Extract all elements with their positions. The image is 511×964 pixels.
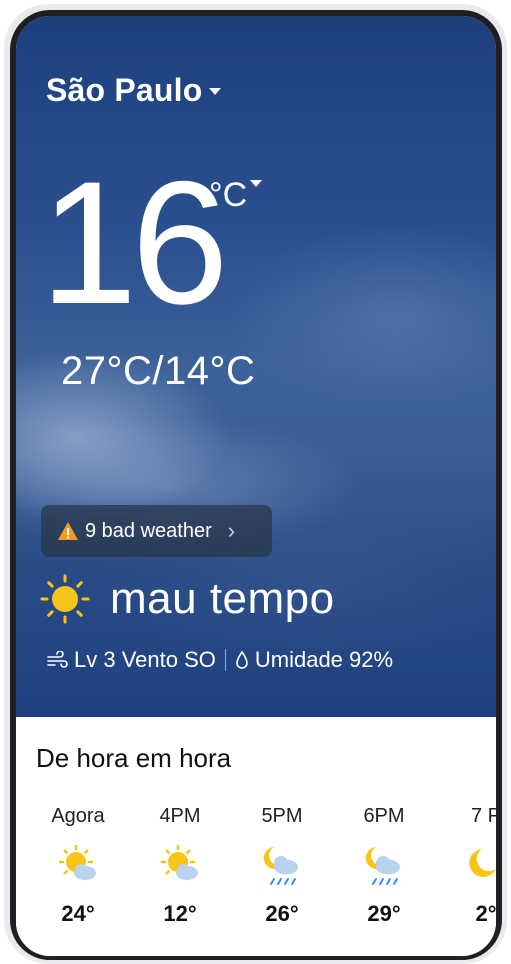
wind-text: Lv 3 Vento SO [74,647,216,672]
hourly-title: De hora em hora [36,743,232,773]
weather-screen: São Paulo 16 °C 27°C/14°C 9 bad weather … [16,16,496,956]
hour-time: 4PM [159,805,201,827]
wind-humidity-row: Lv 3 Vento SO Umidade 92% [46,647,393,673]
temperature-unit: °C [209,176,248,214]
hour-temp: 26° [265,901,299,926]
droplet-icon [236,650,248,669]
high-low-range: 27°C/14°C [61,349,256,393]
city-name: São Paulo [46,72,203,108]
hour-temp: 12° [163,901,197,926]
sun-icon [40,574,90,624]
divider [224,649,226,671]
hourly-forecast-card: De hora em hora Agora 24° 4PM 12° 5PM 26… [16,717,496,956]
chevron-right-icon: › [227,518,236,543]
weather-alert-chip[interactable]: 9 bad weather › [41,505,272,557]
moon-icon [469,849,496,877]
sun-cloud-icon [160,844,198,880]
hour-temp: 29° [367,901,401,926]
hour-item[interactable]: 4PM 12° [130,805,230,927]
wind-icon [47,651,68,668]
hour-item[interactable]: 5PM 26° [232,805,332,927]
hour-temp: 24° [61,901,95,926]
hour-temp: 2° [475,901,496,926]
condition-row: mau tempo [40,574,335,624]
hour-time: 6PM [363,805,405,827]
condition-text: mau tempo [110,574,335,623]
current-temperature: 16 [40,146,229,341]
city-selector[interactable]: São Paulo [46,72,221,109]
moon-cloud-rain-icon [263,847,298,885]
hour-item[interactable]: 6PM 29° [334,805,434,927]
caret-down-icon [208,88,221,95]
hour-time: 7 P [470,805,496,827]
moon-cloud-rain-icon [365,847,400,885]
humidity-text: Umidade 92% [254,647,394,672]
hour-item[interactable]: Agora 24° [28,805,128,927]
hour-time: 5PM [261,805,303,827]
unit-selector[interactable]: °C [209,176,263,215]
hour-item[interactable]: 7 P 2° [436,805,496,927]
alert-text: 9 bad weather [85,519,212,542]
warning-icon [58,522,78,540]
hour-time: Agora [51,805,105,827]
caret-down-icon [250,180,263,187]
sun-cloud-icon [58,844,96,880]
